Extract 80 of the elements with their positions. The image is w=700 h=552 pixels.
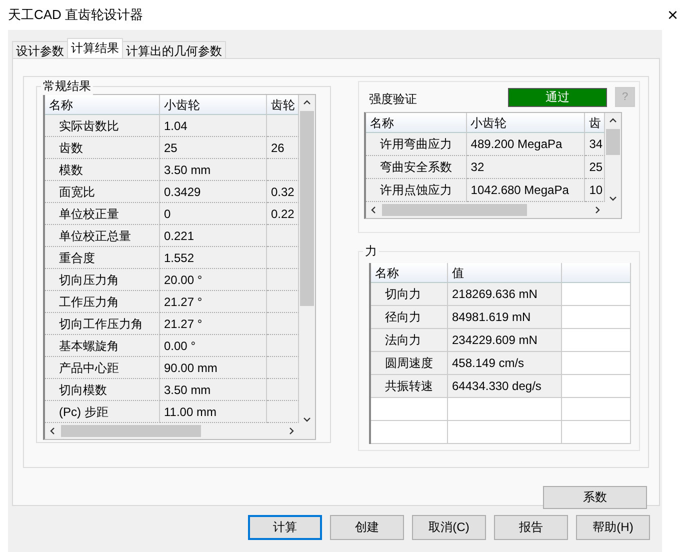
dialog-button[interactable]: 创建 <box>330 515 404 540</box>
coefficient-button[interactable]: 系数 <box>543 486 647 509</box>
table-cell: 21.27 ° <box>160 313 267 335</box>
table-cell: 圆周速度 <box>371 352 448 375</box>
table-cell: 径向力 <box>371 306 448 329</box>
chevron-up-icon[interactable] <box>303 99 311 107</box>
status-indicator: 通过 <box>508 88 607 106</box>
table-cell: 489.200 MegaPa <box>466 133 586 156</box>
chevron-left-icon[interactable] <box>370 206 378 214</box>
window-title: 天工CAD 直齿轮设计器 <box>8 6 144 24</box>
table-cell: 234229.609 mN <box>448 329 562 352</box>
table-cell: 单位校正总量 <box>45 225 160 247</box>
chevron-up-icon[interactable] <box>609 117 617 125</box>
vertical-scrollbar[interactable] <box>605 113 621 218</box>
table-cell: 重合度 <box>45 247 160 269</box>
table-cell: 0 <box>160 203 267 225</box>
dialog-button[interactable]: 计算 <box>248 515 322 540</box>
dialog-button[interactable]: 报告 <box>494 515 568 540</box>
dialog-button[interactable]: 取消(C) <box>412 515 486 540</box>
table-cell: 25 <box>585 156 605 179</box>
chevron-left-icon[interactable] <box>49 427 57 435</box>
table-cell: 1.04 <box>160 115 267 137</box>
table-cell: 84981.619 mN <box>448 306 562 329</box>
section-title: 强度验证 <box>369 90 417 108</box>
tab[interactable]: 计算结果 <box>67 38 123 58</box>
table-cell: 切向模数 <box>45 379 160 401</box>
table-cell: 面宽比 <box>45 181 160 203</box>
table-cell: 0.22 <box>267 203 299 225</box>
table-cell: 共振转速 <box>371 375 448 398</box>
table-cell: 34 <box>585 133 605 156</box>
table-cell: 64434.330 deg/s <box>448 375 562 398</box>
table-cell: 1.552 <box>160 247 267 269</box>
table-cell: (Pc) 步距 <box>45 401 160 423</box>
table-cell: 21.27 ° <box>160 291 267 313</box>
table-cell: 25 <box>160 137 267 159</box>
table-cell: 许用点蚀应力 <box>366 179 467 202</box>
scrollbar-thumb[interactable] <box>382 204 527 216</box>
table-cell: 0.32 <box>267 181 299 203</box>
table-cell: 3.50 mm <box>160 379 267 401</box>
tab[interactable]: 设计参数 <box>12 41 68 58</box>
table-cell: 26 <box>267 137 299 159</box>
table-cell: 实际齿数比 <box>45 115 160 137</box>
table-cell: 3.50 mm <box>160 159 267 181</box>
chevron-right-icon[interactable] <box>593 206 601 214</box>
dialog-button[interactable]: 帮助(H) <box>576 515 650 540</box>
table-cell: 458.149 cm/s <box>448 352 562 375</box>
table-cell: 0.3429 <box>160 181 267 203</box>
table-cell: 0.221 <box>160 225 267 247</box>
scrollbar-thumb[interactable] <box>606 129 620 155</box>
table-cell: 32 <box>466 156 586 179</box>
table-cell: 90.00 mm <box>160 357 267 379</box>
table-cell: 弯曲安全系数 <box>366 156 467 179</box>
table-cell: 单位校正量 <box>45 203 160 225</box>
horizontal-scrollbar[interactable] <box>45 423 299 439</box>
chevron-right-icon[interactable] <box>287 427 295 435</box>
table-cell: 0.00 ° <box>160 335 267 357</box>
table-cell: 1042.680 MegaPa <box>466 179 586 202</box>
table-cell: 许用弯曲应力 <box>366 133 467 156</box>
table-cell: 10 <box>585 179 605 202</box>
chevron-down-icon[interactable] <box>609 194 617 202</box>
scrollbar-thumb[interactable] <box>61 425 201 437</box>
scrollbar-thumb[interactable] <box>300 111 314 306</box>
table-cell: 切向工作压力角 <box>45 313 160 335</box>
vertical-scrollbar[interactable] <box>299 95 315 439</box>
group-title: 常规结果 <box>41 78 93 95</box>
close-button[interactable]: × <box>667 4 678 26</box>
table-cell: 切向压力角 <box>45 269 160 291</box>
table-cell: 切向力 <box>371 283 448 306</box>
table-cell: 11.00 mm <box>160 401 267 423</box>
table-cell: 218269.636 mN <box>448 283 562 306</box>
table-cell: 法向力 <box>371 329 448 352</box>
table-cell: 20.00 ° <box>160 269 267 291</box>
table-cell: 齿数 <box>45 137 160 159</box>
table-cell: 基本螺旋角 <box>45 335 160 357</box>
horizontal-scrollbar[interactable] <box>366 202 605 218</box>
table-cell: 模数 <box>45 159 160 181</box>
tab[interactable]: 计算出的几何参数 <box>122 41 226 58</box>
table-cell: 产品中心距 <box>45 357 160 379</box>
chevron-down-icon[interactable] <box>303 415 311 423</box>
table-cell: 工作压力角 <box>45 291 160 313</box>
